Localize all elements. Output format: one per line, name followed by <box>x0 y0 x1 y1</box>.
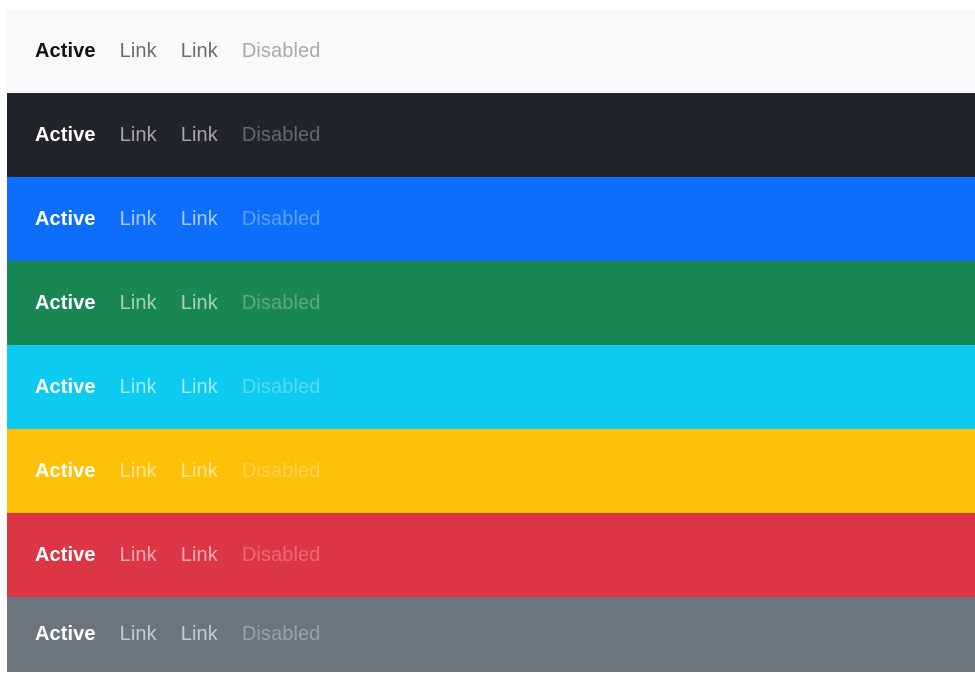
nav-link[interactable]: Link <box>181 292 218 315</box>
nav-link[interactable]: Link <box>181 623 218 646</box>
nav-link[interactable]: Link <box>181 376 218 399</box>
navbar-dark: Active Link Link Disabled <box>7 93 975 177</box>
nav-link[interactable]: Link <box>120 623 157 646</box>
nav-link-disabled: Disabled <box>241 123 321 146</box>
navbar-warning: Active Link Link Disabled <box>7 429 975 513</box>
nav-link[interactable]: Link <box>181 40 218 63</box>
nav-link-active[interactable]: Active <box>35 460 96 483</box>
nav-link[interactable]: Link <box>181 460 218 483</box>
nav-link-active[interactable]: Active <box>35 124 96 147</box>
navbar-secondary: Active Link Link Disabled <box>7 597 975 672</box>
navbar-info: Active Link Link Disabled <box>7 345 975 429</box>
nav-link[interactable]: Link <box>181 124 218 147</box>
navbar-danger: Active Link Link Disabled <box>7 513 975 597</box>
navbar-primary: Active Link Link Disabled <box>7 177 975 261</box>
nav-link-active[interactable]: Active <box>35 208 96 231</box>
nav-link[interactable]: Link <box>181 208 218 231</box>
nav-link-disabled: Disabled <box>241 39 321 62</box>
nav-link-active[interactable]: Active <box>35 544 96 567</box>
navbar-stack: Active Link Link Disabled Active Link Li… <box>7 9 975 672</box>
nav-link[interactable]: Link <box>120 544 157 567</box>
nav-link-disabled: Disabled <box>241 291 321 314</box>
navbar-success: Active Link Link Disabled <box>7 261 975 345</box>
nav-link-active[interactable]: Active <box>35 292 96 315</box>
nav-link[interactable]: Link <box>120 292 157 315</box>
nav-link-active[interactable]: Active <box>35 623 96 646</box>
nav-link[interactable]: Link <box>120 460 157 483</box>
nav-link-disabled: Disabled <box>241 623 321 645</box>
nav-link-disabled: Disabled <box>241 207 321 230</box>
nav-link-active[interactable]: Active <box>35 40 96 63</box>
nav-link[interactable]: Link <box>120 208 157 231</box>
nav-link[interactable]: Link <box>120 124 157 147</box>
nav-link-disabled: Disabled <box>241 543 321 566</box>
nav-link[interactable]: Link <box>181 544 218 567</box>
nav-link-active[interactable]: Active <box>35 376 96 399</box>
navbar-light: Active Link Link Disabled <box>7 9 975 93</box>
nav-link-disabled: Disabled <box>241 375 321 398</box>
nav-link[interactable]: Link <box>120 40 157 63</box>
nav-link[interactable]: Link <box>120 376 157 399</box>
nav-link-disabled: Disabled <box>241 459 321 482</box>
